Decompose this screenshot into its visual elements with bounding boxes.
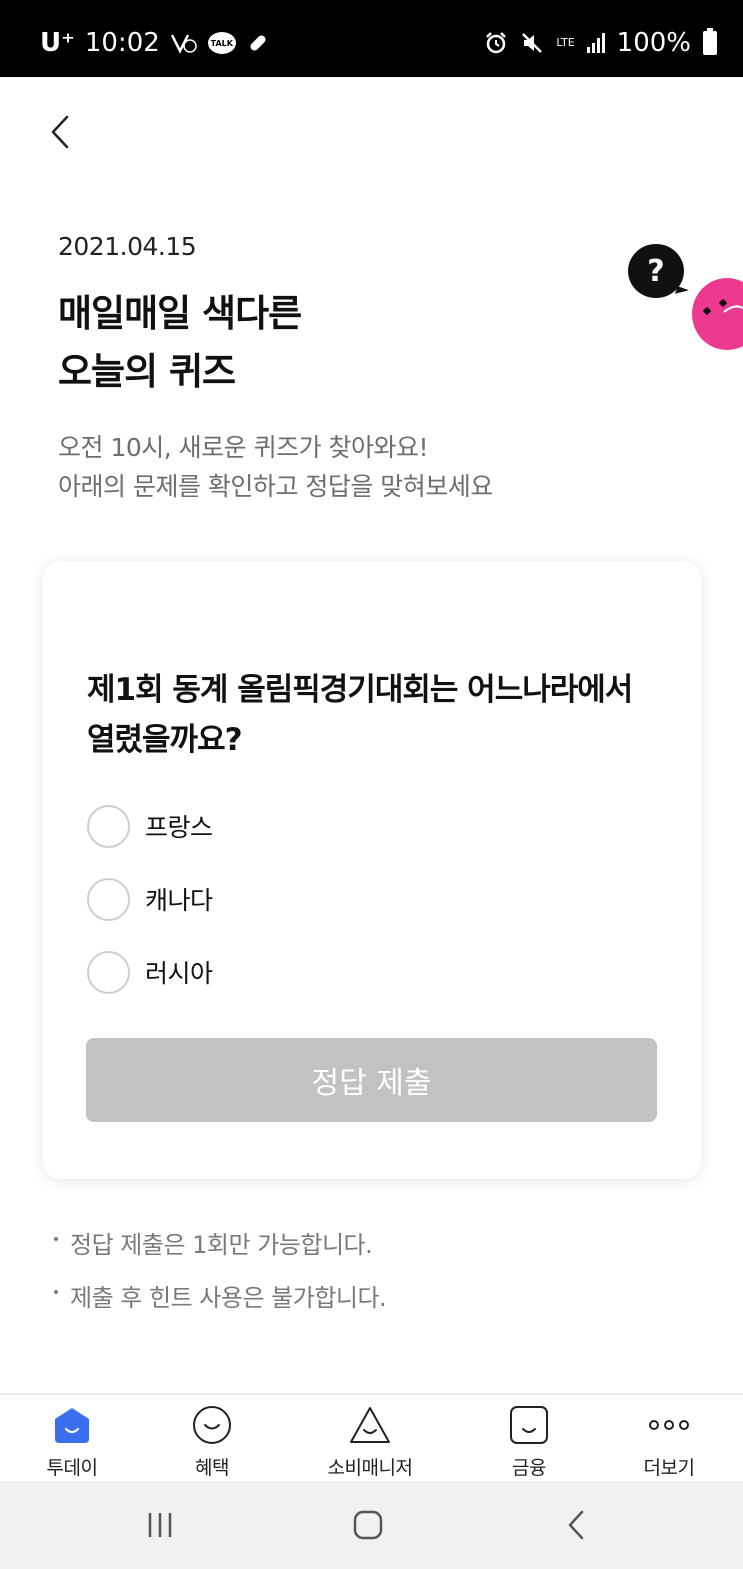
back-nav-button[interactable] [546,1505,606,1545]
alarm-icon [484,31,508,55]
note-text: 정답 제출은 1회만 가능합니다. [70,1230,373,1259]
nav-item-today[interactable]: 투데이 [12,1403,132,1480]
subtitle-line-1: 오전 10시, 새로운 퀴즈가 찾아와요! [58,433,429,462]
note-item: 제출 후 힌트 사용은 불가합니다. [54,1275,387,1315]
nav-label: 더보기 [643,1457,695,1479]
clock: 10:02 [84,28,160,58]
battery-icon [703,28,717,55]
lte-icon: LTE [556,36,575,49]
option-france[interactable]: 프랑스 [87,804,213,848]
recent-apps-button[interactable] [130,1505,190,1545]
quiz-question: 제1회 동계 올림픽경기대회는 어느나라에서 열렸을까요? [87,672,633,758]
carrier-label: U⁺ [40,28,75,58]
nav-label: 소비매니저 [327,1457,413,1479]
status-right: LTE 100% [484,28,717,58]
home-button-icon [353,1510,383,1540]
option-label: 프랑스 [145,813,213,842]
wifi-call-icon [170,31,198,55]
home-button[interactable] [338,1505,398,1545]
bottom-navigation: 투데이 혜택 소비매니저 금융 더보기 [0,1393,743,1481]
option-label: 캐나다 [145,886,213,915]
status-bar: U⁺ 10:02 TALK LTE 100% [0,0,743,77]
option-label: 러시아 [145,959,213,988]
recent-apps-icon [148,1513,172,1537]
bullet-icon [54,1290,58,1294]
option-russia[interactable]: 러시아 [87,950,213,994]
question-mark: ? [647,253,665,289]
nav-item-more[interactable]: 더보기 [609,1403,729,1480]
quiz-date: 2021.04.15 [58,232,197,261]
nav-label: 투데이 [46,1457,98,1479]
nav-item-benefits[interactable]: 혜택 [152,1403,272,1480]
subtitle-line-2: 아래의 문제를 확인하고 정답을 맞혀보세요 [58,472,493,501]
mascot-arm [723,305,743,313]
radio-button[interactable] [87,950,130,994]
radio-button[interactable] [87,877,130,921]
smile-icon [190,1403,234,1447]
battery-percent: 100% [616,28,691,58]
note-item: 정답 제출은 1회만 가능합니다. [54,1222,386,1262]
bullet-icon [54,1237,58,1241]
quiz-card: 제1회 동계 올림픽경기대회는 어느나라에서 열렸을까요? 프랑스 캐나다 러시… [43,561,701,1179]
system-navigation-bar [0,1481,743,1569]
option-canada[interactable]: 캐나다 [87,877,213,921]
network-label: LTE [556,36,575,49]
mascot-eye [702,306,712,316]
status-left: U⁺ 10:02 TALK [40,28,270,58]
signal-icon [586,33,605,53]
back-nav-icon [568,1510,584,1540]
nav-label: 혜택 [195,1457,229,1479]
nav-item-finance[interactable]: 금융 [469,1403,589,1480]
title-line-1: 매일매일 색다른 [58,292,302,335]
page-title: 매일매일 색다른 오늘의 퀴즈 [58,285,302,401]
nav-label: 금융 [512,1457,546,1479]
chevron-left-icon [51,115,69,149]
wallet-icon [507,1403,551,1447]
page-subtitle: 오전 10시, 새로운 퀴즈가 찾아와요! 아래의 문제를 확인하고 정답을 맞… [58,428,493,506]
mascot-character [692,278,743,350]
nav-item-spending-manager[interactable]: 소비매니저 [310,1403,430,1480]
notes-list: 정답 제출은 1회만 가능합니다. 제출 후 힌트 사용은 불가합니다. [54,1222,387,1328]
note-text: 제출 후 힌트 사용은 불가합니다. [70,1283,387,1312]
triangle-icon [348,1403,392,1447]
more-icon [647,1403,691,1447]
mute-icon [520,31,544,55]
radio-button[interactable] [87,804,130,848]
back-button[interactable] [40,108,80,156]
question-bubble-icon: ? [628,244,684,298]
talk-icon: TALK [207,32,236,54]
submit-answer-button[interactable]: 정답 제출 [86,1038,657,1122]
title-line-2: 오늘의 퀴즈 [58,350,236,393]
pill-icon [246,31,270,55]
home-icon [50,1403,94,1447]
